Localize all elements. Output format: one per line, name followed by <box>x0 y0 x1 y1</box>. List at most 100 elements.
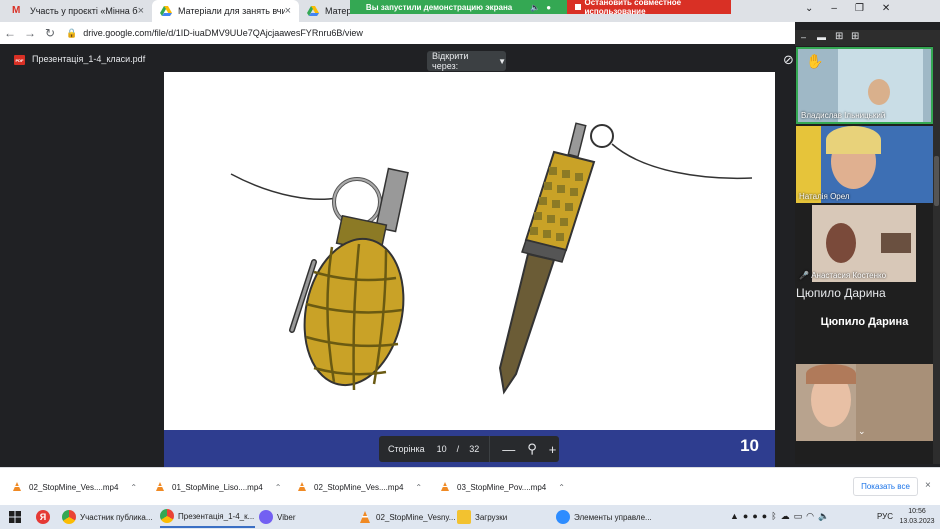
stop-sharing-label: Остановить совместное использование <box>584 0 682 16</box>
taskbar-item[interactable]: Viber <box>259 506 319 528</box>
grid-view-icon[interactable]: ⊞ <box>851 31 859 42</box>
participant-name-text: Анастасия Костенко <box>811 271 887 280</box>
vlc-file-icon <box>298 482 306 491</box>
vlc-tray-icon[interactable]: ▲ <box>730 511 743 521</box>
viber-tray-icon[interactable]: ● <box>743 511 752 521</box>
tab-teacher-materials[interactable]: Матеріали для занять вчителя – × <box>152 0 299 22</box>
back-icon[interactable]: ← <box>0 26 20 40</box>
download-item[interactable]: 01_StopMine_Liso....mp4 ⌃ <box>155 478 281 496</box>
open-with-label: Відкрити через: <box>432 51 469 71</box>
tab-label: Матері <box>325 6 351 16</box>
close-icon[interactable]: × <box>138 5 144 17</box>
wifi-icon[interactable]: ◠ <box>806 511 818 521</box>
clock-time: 10:56 <box>908 508 926 515</box>
lock-icon[interactable]: 🔒 <box>66 28 77 39</box>
page-label: Сторінка <box>388 444 425 454</box>
chevron-up-icon[interactable]: ⌃ <box>130 483 137 492</box>
reload-icon[interactable]: ↻ <box>40 26 60 40</box>
system-clock[interactable]: 10:56 13.03.2023 <box>895 507 939 527</box>
stop-sharing-button[interactable]: Остановить совместное использование <box>567 0 731 16</box>
page-separator: / <box>456 444 460 454</box>
pager-divider <box>489 436 491 462</box>
show-all-downloads-button[interactable]: Показать все <box>853 477 918 496</box>
taskbar-item[interactable]: Элементы управле... <box>556 506 652 528</box>
participant-tile[interactable]: Цюпило Дарина Цюпило Дарина <box>796 286 933 363</box>
close-downloads-icon[interactable]: × <box>925 480 931 491</box>
participant-hair <box>826 223 856 263</box>
total-pages: 32 <box>469 444 480 454</box>
background-object <box>881 233 911 253</box>
caret-down-icon: ▼ <box>498 56 506 66</box>
download-item[interactable]: 02_StopMine_Ves....mp4 ⌃ <box>297 478 422 496</box>
participants-panel-header: – ▬ ⊞ ⊞ <box>795 30 940 46</box>
zoom-out-button[interactable]: — <box>502 442 515 457</box>
muted-mic-icon: 🎤 <box>799 271 809 280</box>
chevron-up-icon[interactable]: ⌃ <box>275 483 282 492</box>
windows-start-icon[interactable] <box>9 511 21 523</box>
yandex-browser-icon[interactable]: Я <box>36 510 50 524</box>
chrome-icon <box>160 509 174 523</box>
taskbar-label: Участник публика... <box>80 512 153 522</box>
panel-scrollbar[interactable] <box>933 46 940 464</box>
participant-name: Владислав Ільницький <box>801 111 886 120</box>
folder-icon <box>457 510 471 524</box>
download-item[interactable]: 02_StopMine_Ves....mp4 ⌃ <box>12 478 137 496</box>
taskbar-item[interactable]: Загрузки <box>457 506 517 528</box>
close-icon[interactable]: × <box>285 5 291 17</box>
participant-hair <box>806 364 856 384</box>
download-item[interactable]: 03_StopMine_Pov....mp4 ⌃ <box>440 478 565 496</box>
tab-materials-2[interactable]: Матері <box>299 0 351 22</box>
zoom-in-button[interactable]: + <box>549 442 557 457</box>
minimize-panel-icon[interactable]: – <box>801 32 806 42</box>
stop-icon <box>575 4 581 10</box>
chrome-icon <box>62 510 76 524</box>
participant-face <box>868 79 890 105</box>
taskbar-item[interactable]: Участник публика... <box>62 506 157 528</box>
participant-tile[interactable]: ⌄ <box>796 364 933 441</box>
grenade-illustration <box>230 122 753 395</box>
taskbar-item[interactable]: Презентація_1-4_к... <box>160 506 255 528</box>
participant-hair <box>826 126 881 154</box>
chevron-up-icon[interactable]: ⌃ <box>415 483 422 492</box>
tab-search-icon[interactable]: ⌄ <box>805 3 831 14</box>
zoom-search-icon[interactable]: ⚲ <box>527 441 537 457</box>
zoom-tray-icon[interactable]: ● <box>752 511 761 521</box>
battery-icon[interactable]: ▭ <box>794 511 807 521</box>
speaker-icon[interactable]: 🔈 <box>530 3 540 12</box>
raised-hand-icon: ✋ <box>806 53 824 69</box>
participant-tile[interactable]: 🎤 Анастасия Костенко <box>796 205 933 282</box>
participant-display-name: Цюпило Дарина <box>820 316 909 328</box>
scroll-down-icon[interactable]: ⌄ <box>858 426 866 437</box>
volume-icon[interactable]: 🔈 <box>818 511 833 521</box>
current-page-input[interactable]: 10 <box>437 444 447 454</box>
download-filename: 03_StopMine_Pov....mp4 <box>457 482 547 492</box>
restore-icon[interactable]: ❐ <box>855 3 882 14</box>
chevron-up-icon[interactable]: ⌃ <box>558 483 565 492</box>
language-indicator[interactable]: РУС <box>877 512 893 521</box>
bluetooth-icon[interactable]: ᛒ <box>771 511 780 521</box>
f1-grenade-icon <box>289 167 409 391</box>
cloud-icon[interactable]: ☁ <box>781 511 794 521</box>
close-window-icon[interactable]: ✕ <box>882 3 908 14</box>
forward-icon[interactable]: → <box>20 26 40 40</box>
participant-tile[interactable]: Наталія Орел <box>796 126 933 203</box>
screen-share-text: Вы запустили демонстрацию экрана <box>365 2 513 12</box>
minimize-icon[interactable]: – <box>831 3 855 14</box>
taskbar-item[interactable]: 02_StopMine_Vesny... <box>358 506 455 528</box>
drive-icon <box>307 5 319 17</box>
url-field[interactable]: drive.google.com/file/d/1ID-iuaDMV9UUe7Q… <box>83 28 363 38</box>
participant-tile[interactable]: ✋ Владислав Ільницький <box>796 47 933 124</box>
scrollbar-thumb[interactable] <box>934 156 939 206</box>
chrome-tray-icon[interactable]: ● <box>762 511 771 521</box>
taskbar-label: Viber <box>277 512 296 522</box>
gallery-view-icon[interactable]: ⊞ <box>835 31 843 42</box>
speaker-view-icon[interactable]: ▬ <box>817 32 826 42</box>
shield-icon[interactable]: ● <box>546 3 551 12</box>
download-filename: 02_StopMine_Ves....mp4 <box>314 482 404 492</box>
taskbar-label: Загрузки <box>475 512 508 522</box>
add-shortcut-icon[interactable]: ⊘ <box>783 52 794 68</box>
tab-label: Матеріали для занять вчителя – <box>178 6 285 16</box>
open-with-button[interactable]: Відкрити через: ▼ <box>427 51 506 71</box>
tab-mine-safety[interactable]: M Участь у проєкті «Мінна безпе × <box>4 0 152 22</box>
participant-name: Наталія Орел <box>799 192 850 201</box>
